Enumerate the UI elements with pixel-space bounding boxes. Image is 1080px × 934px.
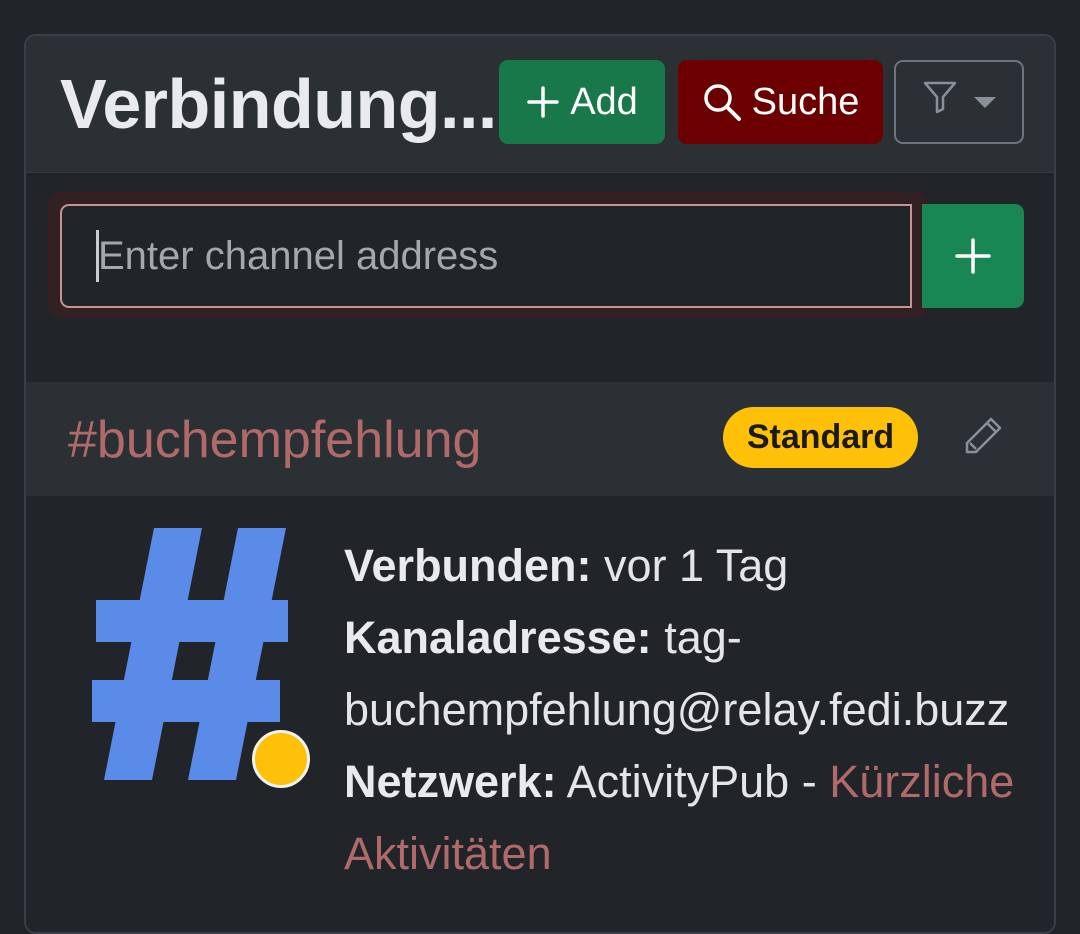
add-button-label: Add [570, 80, 638, 123]
address-value-part2: buchempfehlung@relay.fedi.buzz [344, 684, 1010, 735]
search-button-label: Suche [751, 80, 860, 123]
channel-name-link[interactable]: #buchempfehlung [68, 410, 481, 470]
network-line: Netzwerk: ActivityPub - Kürzliche [344, 746, 1054, 818]
connected-value: vor 1 Tag [604, 540, 789, 591]
filter-icon [922, 79, 958, 125]
text-cursor [96, 230, 99, 282]
connected-line: Verbunden: vor 1 Tag [344, 530, 1054, 602]
filter-dropdown-button[interactable] [894, 60, 1024, 144]
address-label: Kanaladresse: [344, 612, 652, 663]
channel-avatar[interactable] [92, 528, 312, 798]
address-line-continued: buchempfehlung@relay.fedi.buzz [344, 674, 1054, 746]
address-line: Kanaladresse: tag- [344, 602, 1054, 674]
address-value-part1: tag- [664, 612, 742, 663]
page-title: Verbindung... [60, 65, 497, 143]
network-label: Netzwerk: [344, 756, 557, 807]
recent-activity-link-continued[interactable]: Aktivitäten [344, 828, 552, 879]
status-dot [252, 730, 310, 788]
card-header: Verbindung... Add Suche [26, 36, 1054, 173]
pencil-icon[interactable] [961, 414, 1005, 463]
plus-icon [526, 85, 560, 119]
channel-address-input[interactable] [60, 204, 912, 308]
connection-details: Verbunden: vor 1 Tag Kanaladresse: tag- … [344, 530, 1054, 890]
status-badge: Standard [723, 407, 918, 468]
recent-activity-line: Aktivitäten [344, 818, 1054, 890]
connections-card: Verbindung... Add Suche #buch [24, 34, 1056, 934]
plus-icon [955, 238, 991, 274]
connected-label: Verbunden: [344, 540, 592, 591]
search-button[interactable]: Suche [678, 60, 883, 144]
add-button[interactable]: Add [499, 60, 665, 144]
add-channel-button[interactable] [922, 204, 1024, 308]
search-icon [702, 82, 742, 122]
recent-activity-link[interactable]: Kürzliche [829, 756, 1014, 807]
network-value: ActivityPub - [566, 756, 817, 807]
connection-row-header: #buchempfehlung Standard [26, 382, 1054, 496]
chevron-down-icon [974, 96, 996, 108]
channel-address-form [48, 192, 1024, 318]
